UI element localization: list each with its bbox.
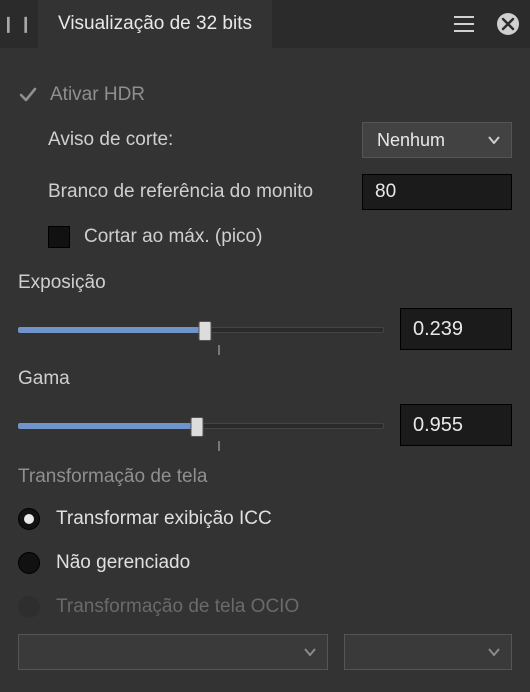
clip-peak-label: Cortar ao máx. (pico) xyxy=(84,226,262,248)
gamma-label: Gama xyxy=(18,368,512,390)
exposure-slider-row: 0.239 xyxy=(18,308,512,350)
clip-warning-row: Aviso de corte: Nenhum xyxy=(18,122,512,158)
drag-handle-icon[interactable]: ❙❙ xyxy=(0,0,38,48)
slider-fill xyxy=(18,327,205,333)
clip-peak-checkbox[interactable] xyxy=(48,226,70,248)
tab-title: Visualização de 32 bits xyxy=(58,13,252,35)
exposure-value-field[interactable]: 0.239 xyxy=(400,308,512,350)
enable-hdr-label: Ativar HDR xyxy=(50,84,145,106)
slider-fill xyxy=(18,423,197,429)
radio-icc-label: Transformar exibição ICC xyxy=(56,508,272,530)
close-button[interactable] xyxy=(486,0,530,48)
exposure-label: Exposição xyxy=(18,272,512,294)
clip-warning-dropdown[interactable]: Nenhum xyxy=(362,122,512,158)
panel-body: Ativar HDR Aviso de corte: Nenhum Branco… xyxy=(0,48,530,670)
radio-unmanaged-row: Não gerenciado xyxy=(18,552,512,574)
enable-hdr-row: Ativar HDR xyxy=(18,84,512,106)
slider-default-tick xyxy=(218,345,220,355)
slider-thumb[interactable] xyxy=(191,417,204,437)
radio-ocio-row: Transformação de tela OCIO xyxy=(18,596,512,618)
radio-unmanaged[interactable] xyxy=(18,552,40,574)
radio-dot-icon xyxy=(24,514,34,524)
radio-unmanaged-label: Não gerenciado xyxy=(56,552,190,574)
clip-warning-label: Aviso de corte: xyxy=(48,129,362,151)
ocio-dropdown-row xyxy=(18,634,512,670)
menu-icon xyxy=(454,16,474,32)
ref-white-label: Branco de referência do monito xyxy=(48,181,362,203)
radio-icc-row: Transformar exibição ICC xyxy=(18,508,512,530)
slider-default-tick xyxy=(218,441,220,451)
slider-thumb[interactable] xyxy=(198,321,211,341)
titlebar: ❙❙ Visualização de 32 bits xyxy=(0,0,530,48)
gamma-value: 0.955 xyxy=(413,414,463,437)
clip-warning-value: Nenhum xyxy=(377,130,487,151)
clip-peak-row: Cortar ao máx. (pico) xyxy=(18,226,512,248)
ref-white-field[interactable]: 80 xyxy=(362,174,512,210)
chevron-down-icon xyxy=(487,133,501,147)
radio-ocio xyxy=(18,596,40,618)
ref-white-value: 80 xyxy=(375,181,396,203)
tab-32bit-view[interactable]: Visualização de 32 bits xyxy=(38,0,272,48)
close-icon xyxy=(497,13,519,35)
screen-transform-heading: Transformação de tela xyxy=(18,466,512,488)
chevron-down-icon xyxy=(303,645,317,659)
radio-ocio-label: Transformação de tela OCIO xyxy=(56,596,299,618)
gamma-value-field[interactable]: 0.955 xyxy=(400,404,512,446)
ref-white-row: Branco de referência do monito 80 xyxy=(18,174,512,210)
menu-button[interactable] xyxy=(442,0,486,48)
ocio-view-dropdown xyxy=(344,634,512,670)
radio-icc[interactable] xyxy=(18,508,40,530)
exposure-value: 0.239 xyxy=(413,318,463,341)
gamma-slider[interactable] xyxy=(18,411,384,439)
ocio-display-dropdown xyxy=(18,634,328,670)
gamma-slider-row: 0.955 xyxy=(18,404,512,446)
exposure-slider[interactable] xyxy=(18,315,384,343)
chevron-down-icon xyxy=(487,645,501,659)
enable-hdr-checkbox[interactable] xyxy=(18,85,38,105)
